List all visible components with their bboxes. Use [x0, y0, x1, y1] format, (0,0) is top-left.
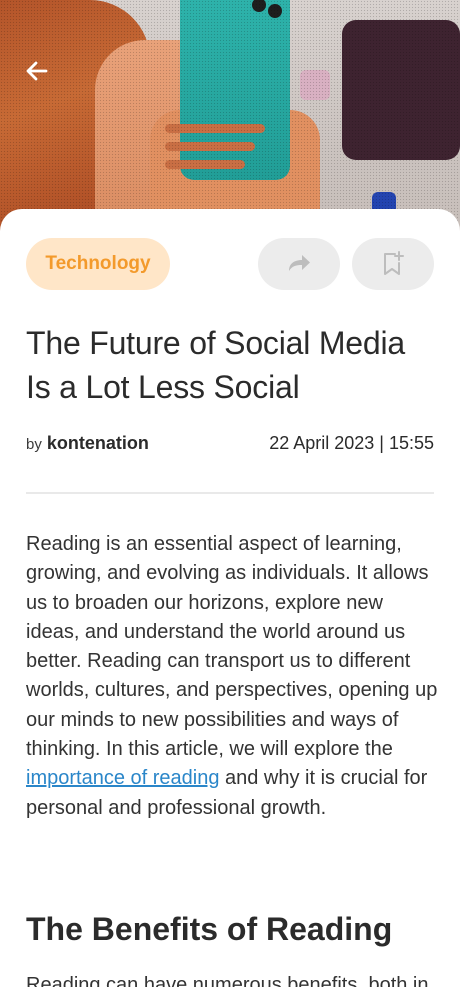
divider [26, 492, 434, 494]
bookmark-button[interactable] [352, 238, 434, 290]
article-actions-row: Technology [26, 238, 434, 290]
next-paragraph-partial: Reading can have numerous benefits, both… [26, 974, 429, 987]
arrow-left-icon [26, 61, 48, 81]
importance-of-reading-link[interactable]: importance of reading [26, 767, 219, 789]
article-sheet: Technology The Future of Social Media Is… [0, 209, 460, 987]
paragraph-text-before-link: Reading is an essential aspect of learni… [26, 533, 438, 761]
article-meta: by kontenation 22 April 2023 | 15:55 [26, 433, 434, 457]
bookmark-add-icon [384, 251, 404, 275]
category-badge[interactable]: Technology [26, 238, 170, 290]
section-heading: The Benefits of Reading [26, 911, 393, 947]
article-paragraph: Reading is an essential aspect of learni… [26, 530, 440, 823]
author-name[interactable]: kontenation [47, 433, 149, 453]
publish-date: 22 April 2023 | 15:55 [269, 433, 434, 453]
share-arrow-icon [289, 255, 310, 271]
article-title: The Future of Social Media Is a Lot Less… [26, 325, 405, 405]
back-button[interactable] [22, 56, 52, 86]
share-button[interactable] [258, 238, 340, 290]
by-label: by [26, 436, 42, 453]
